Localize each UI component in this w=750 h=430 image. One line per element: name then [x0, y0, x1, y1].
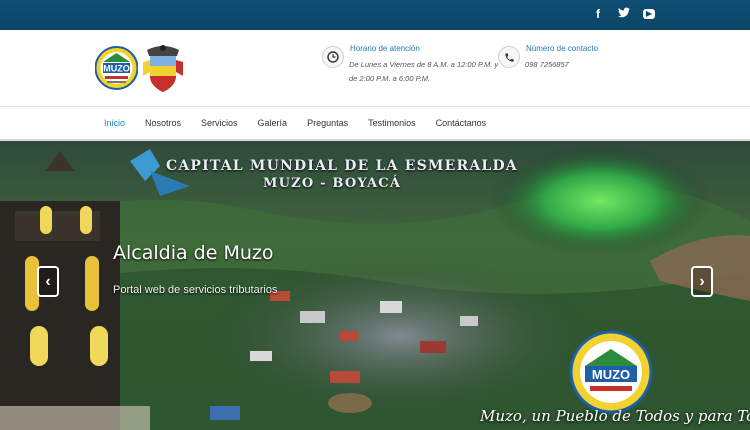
slider-prev-button[interactable]: ‹	[37, 266, 59, 297]
nav-item-inicio[interactable]: Inicio	[104, 118, 125, 128]
nav-item-preguntas[interactable]: Preguntas	[307, 118, 348, 128]
hero-banner-line1: CAPITAL MUNDIAL DE LA ESMERALDA	[166, 158, 518, 174]
colombia-coat-of-arms	[143, 45, 183, 92]
slider-next-button[interactable]: ›	[691, 266, 713, 297]
youtube-icon[interactable]: ▶	[643, 9, 655, 19]
chevron-right-icon: ›	[699, 272, 705, 290]
social-links: f ▶	[591, 7, 655, 21]
top-bar: f ▶	[0, 0, 750, 30]
hero-slogan: Muzo, un Pueblo de Todos y para Todos	[480, 407, 750, 425]
office-hours-line1: De Lunes a Viernes de 8 A.M. a 12:00 P.M…	[349, 60, 499, 69]
nav-item-galeria[interactable]: Galería	[258, 118, 288, 128]
phone-icon	[498, 46, 520, 68]
nav-item-servicios[interactable]: Servicios	[201, 118, 238, 128]
office-hours-title: Horario de atención	[350, 44, 420, 53]
main-nav: Inicio Nosotros Servicios Galería Pregun…	[0, 107, 750, 141]
nav-item-contactanos[interactable]: Contáctanos	[436, 118, 487, 128]
site-header: MUZO Horario de atención De Lunes a Vier…	[0, 30, 750, 107]
contact-title: Número de contacto	[526, 44, 599, 53]
chevron-left-icon: ‹	[45, 272, 51, 290]
svg-text:MUZO: MUZO	[592, 367, 630, 382]
nav-item-nosotros[interactable]: Nosotros	[145, 118, 181, 128]
hero-subtitle: Portal web de servicios tributarios	[113, 284, 278, 296]
hero-banner-line2: MUZO - BOYACÁ	[263, 176, 402, 191]
svg-text:MUZO: MUZO	[103, 64, 130, 74]
clock-icon	[322, 46, 344, 68]
muzo-logo[interactable]: MUZO	[95, 43, 138, 93]
nav-item-testimonios[interactable]: Testimonios	[368, 118, 416, 128]
office-hours-detail: De Lunes a Viernes de 8 A.M. a 12:00 P.M…	[349, 58, 498, 86]
facebook-icon[interactable]: f	[591, 7, 605, 21]
contact-phone[interactable]: 098 7256857	[525, 58, 569, 72]
hero-title: Alcaldia de Muzo	[113, 242, 274, 264]
hero-slider: MUZO CAPITAL MUNDIAL DE LA ESMERALDA MUZ…	[0, 141, 750, 430]
office-hours-line2: de 2:00 P.M. a 6:00 P.M.	[349, 74, 431, 83]
twitter-icon[interactable]	[617, 7, 631, 21]
